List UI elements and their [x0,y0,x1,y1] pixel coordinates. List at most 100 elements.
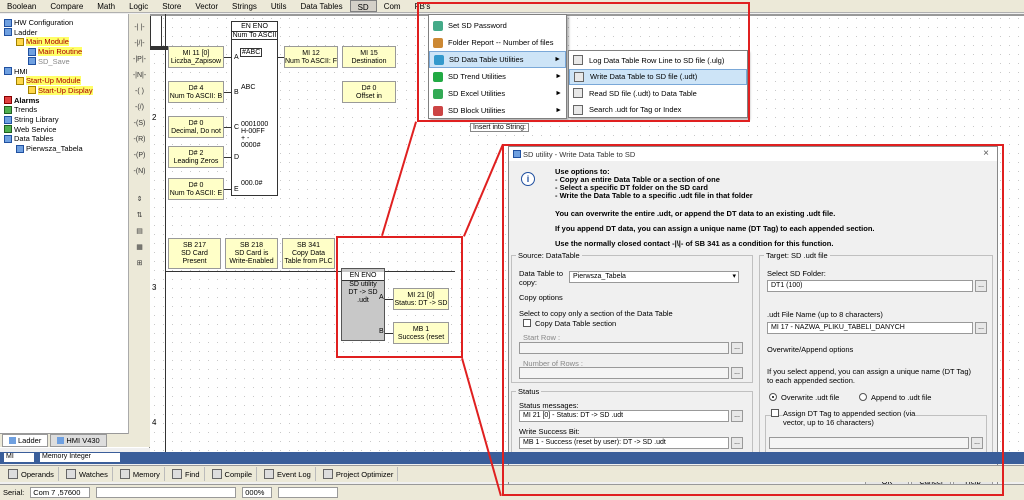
contact-sb-341[interactable]: SB 341 Copy Data Table from PLC [282,238,335,269]
tree-item-label: Pierwsza_Tabela [26,144,83,154]
operand-line2: Leading Zeros [173,158,219,165]
coil-negated-icon[interactable]: -(/) [132,102,147,113]
input-operand-d[interactable]: D# 2 Leading Zeros [168,146,224,168]
input-operand-c[interactable]: D# 0 Decimal, Do not [168,116,224,138]
tree-item-hmi[interactable]: HMI [4,67,28,76]
work-label: Compile [224,469,253,479]
contact-line3: Present [182,258,207,265]
output-operand[interactable]: D# 0 Offset in [342,81,396,103]
tree-item-alarms[interactable]: Alarms [4,96,39,105]
ladder-icon [4,28,12,37]
hmi-icon [4,67,12,75]
contact-line2: Copy Data [291,250,326,257]
tree-item-label: Web Service [14,124,57,134]
menu-strings[interactable]: Strings [225,0,264,12]
contact-p-icon[interactable]: -|P|- [132,54,147,65]
coil-icon[interactable]: -( ) [132,86,147,97]
output-operand[interactable]: MI 12 Num To ASCII: F [284,46,338,68]
menu-sd[interactable]: SD [349,0,377,12]
contact-nc-icon[interactable]: -|/|- [132,38,147,49]
tree-item-label: Main Module [26,37,69,47]
work-project-optimizer-button[interactable]: Project Optimizer [319,467,399,481]
menu-com[interactable]: Com [377,0,408,12]
inner-label: + - [241,135,250,142]
tree-item-string-library[interactable]: String Library [4,115,59,124]
inner-label: #ABC [240,48,263,57]
work-label: Find [184,469,200,479]
work-watches-button[interactable]: Watches [62,467,113,481]
work-label: Project Optimizer [335,469,394,479]
display-icon [28,86,36,95]
operand-line2: Liczba_Zapisow [170,58,222,65]
menu-boolean[interactable]: Boolean [0,0,43,12]
menu-vector[interactable]: Vector [188,0,225,12]
tree-item-label: Main Routine [38,47,83,57]
contact-sb-217[interactable]: SB 217 SD Card Present [168,238,221,269]
coil-pulse-icon[interactable]: -(P) [132,150,147,161]
tree-item-ladder[interactable]: Ladder [4,28,37,37]
contact-line3: Write-Enabled [229,258,274,265]
rung-number: 3 [152,283,157,292]
inner-label: 000.0# [241,180,263,187]
menu-math[interactable]: Math [90,0,122,12]
event-log-icon [264,469,275,479]
tree-item-sd-save[interactable]: SD_Save [28,57,70,66]
work-find-button[interactable]: Find [168,467,205,481]
tree-item-data-tables[interactable]: Data Tables [4,134,53,143]
contact-line1: SB 217 [183,242,206,249]
tree-item-start-up-display[interactable]: Start-Up Display [28,85,93,95]
menu-data-tables[interactable]: Data Tables [293,0,349,12]
input-operand-b[interactable]: D# 4 Num To ASCII: B [168,81,224,103]
tree-item-pierwsza-tabela[interactable]: Pierwsza_Tabela [16,144,83,153]
contact-n-icon[interactable]: -|N|- [132,70,147,81]
tree-item-trends[interactable]: Trends [4,105,37,114]
hl [383,236,385,351]
rung3-wire [165,271,345,272]
net-icon[interactable]: ⊞ [132,258,147,269]
tree-item-web-service[interactable]: Web Service [4,125,56,134]
table-icon [16,144,24,153]
coil-reset-icon[interactable]: -(R) [132,134,147,145]
operand-line2: Decimal, Do not [171,128,221,135]
operand-line1: D# 4 [188,85,204,92]
menu-store[interactable]: Store [155,0,188,12]
tree-tab-0[interactable]: Ladder [2,434,49,447]
coil-set-icon[interactable]: -(S) [132,118,147,129]
module-icon [16,76,24,85]
branch-icon[interactable]: ⇅ [132,210,147,221]
tree-tab-1[interactable]: HMI V430 [50,434,107,447]
work-memory-button[interactable]: Memory [116,467,165,481]
contact-line2: SD Card [181,250,208,257]
output-operand[interactable]: MI 15 Destination [342,46,396,68]
operand-type-select[interactable]: MI [4,453,34,462]
string-library-icon [4,115,12,124]
branch-up-icon[interactable]: ⇕ [132,194,147,205]
operand-line1: MI 11 [0] [182,50,210,57]
tree-item-hw-configuration[interactable]: HW Configuration [4,18,73,27]
menu-compare[interactable]: Compare [43,0,90,12]
tree-item-label: String Library [14,115,59,124]
line-icon[interactable]: ▦ [132,242,147,253]
tree-item-start-up-module[interactable]: Start-Up Module [16,76,81,86]
work-event-log-button[interactable]: Event Log [260,467,316,481]
work-operands-button[interactable]: Operands [4,467,59,481]
contact-no-icon[interactable]: -| |- [132,22,147,33]
tree-item-main-module[interactable]: Main Module [16,37,69,47]
operand-line2: Num To ASCII: B [169,93,223,100]
tree-item-main-routine[interactable]: Main Routine [28,47,83,57]
input-operand-e[interactable]: D# 0 Num To ASCII: E [168,178,224,200]
coil-neg-pulse-icon[interactable]: -(N) [132,166,147,177]
contact-sb-218[interactable]: SB 218 SD Card is Write-Enabled [225,238,278,269]
routine-icon [28,47,36,56]
contact-line1: SB 218 [240,242,263,249]
work-compile-button[interactable]: Compile [208,467,258,481]
left-power-rail [165,14,166,454]
note-icon[interactable]: ▤ [132,226,147,237]
work-label: Watches [78,469,108,479]
menu-utils[interactable]: Utils [264,0,294,12]
input-operand-a[interactable]: MI 11 [0] Liczba_Zapisow [168,46,224,68]
highlight-frame [336,236,463,358]
tree-tabs: Ladder HMI V430 [0,433,150,447]
tree-tab-label: Ladder [18,436,42,445]
menu-logic[interactable]: Logic [122,0,155,12]
